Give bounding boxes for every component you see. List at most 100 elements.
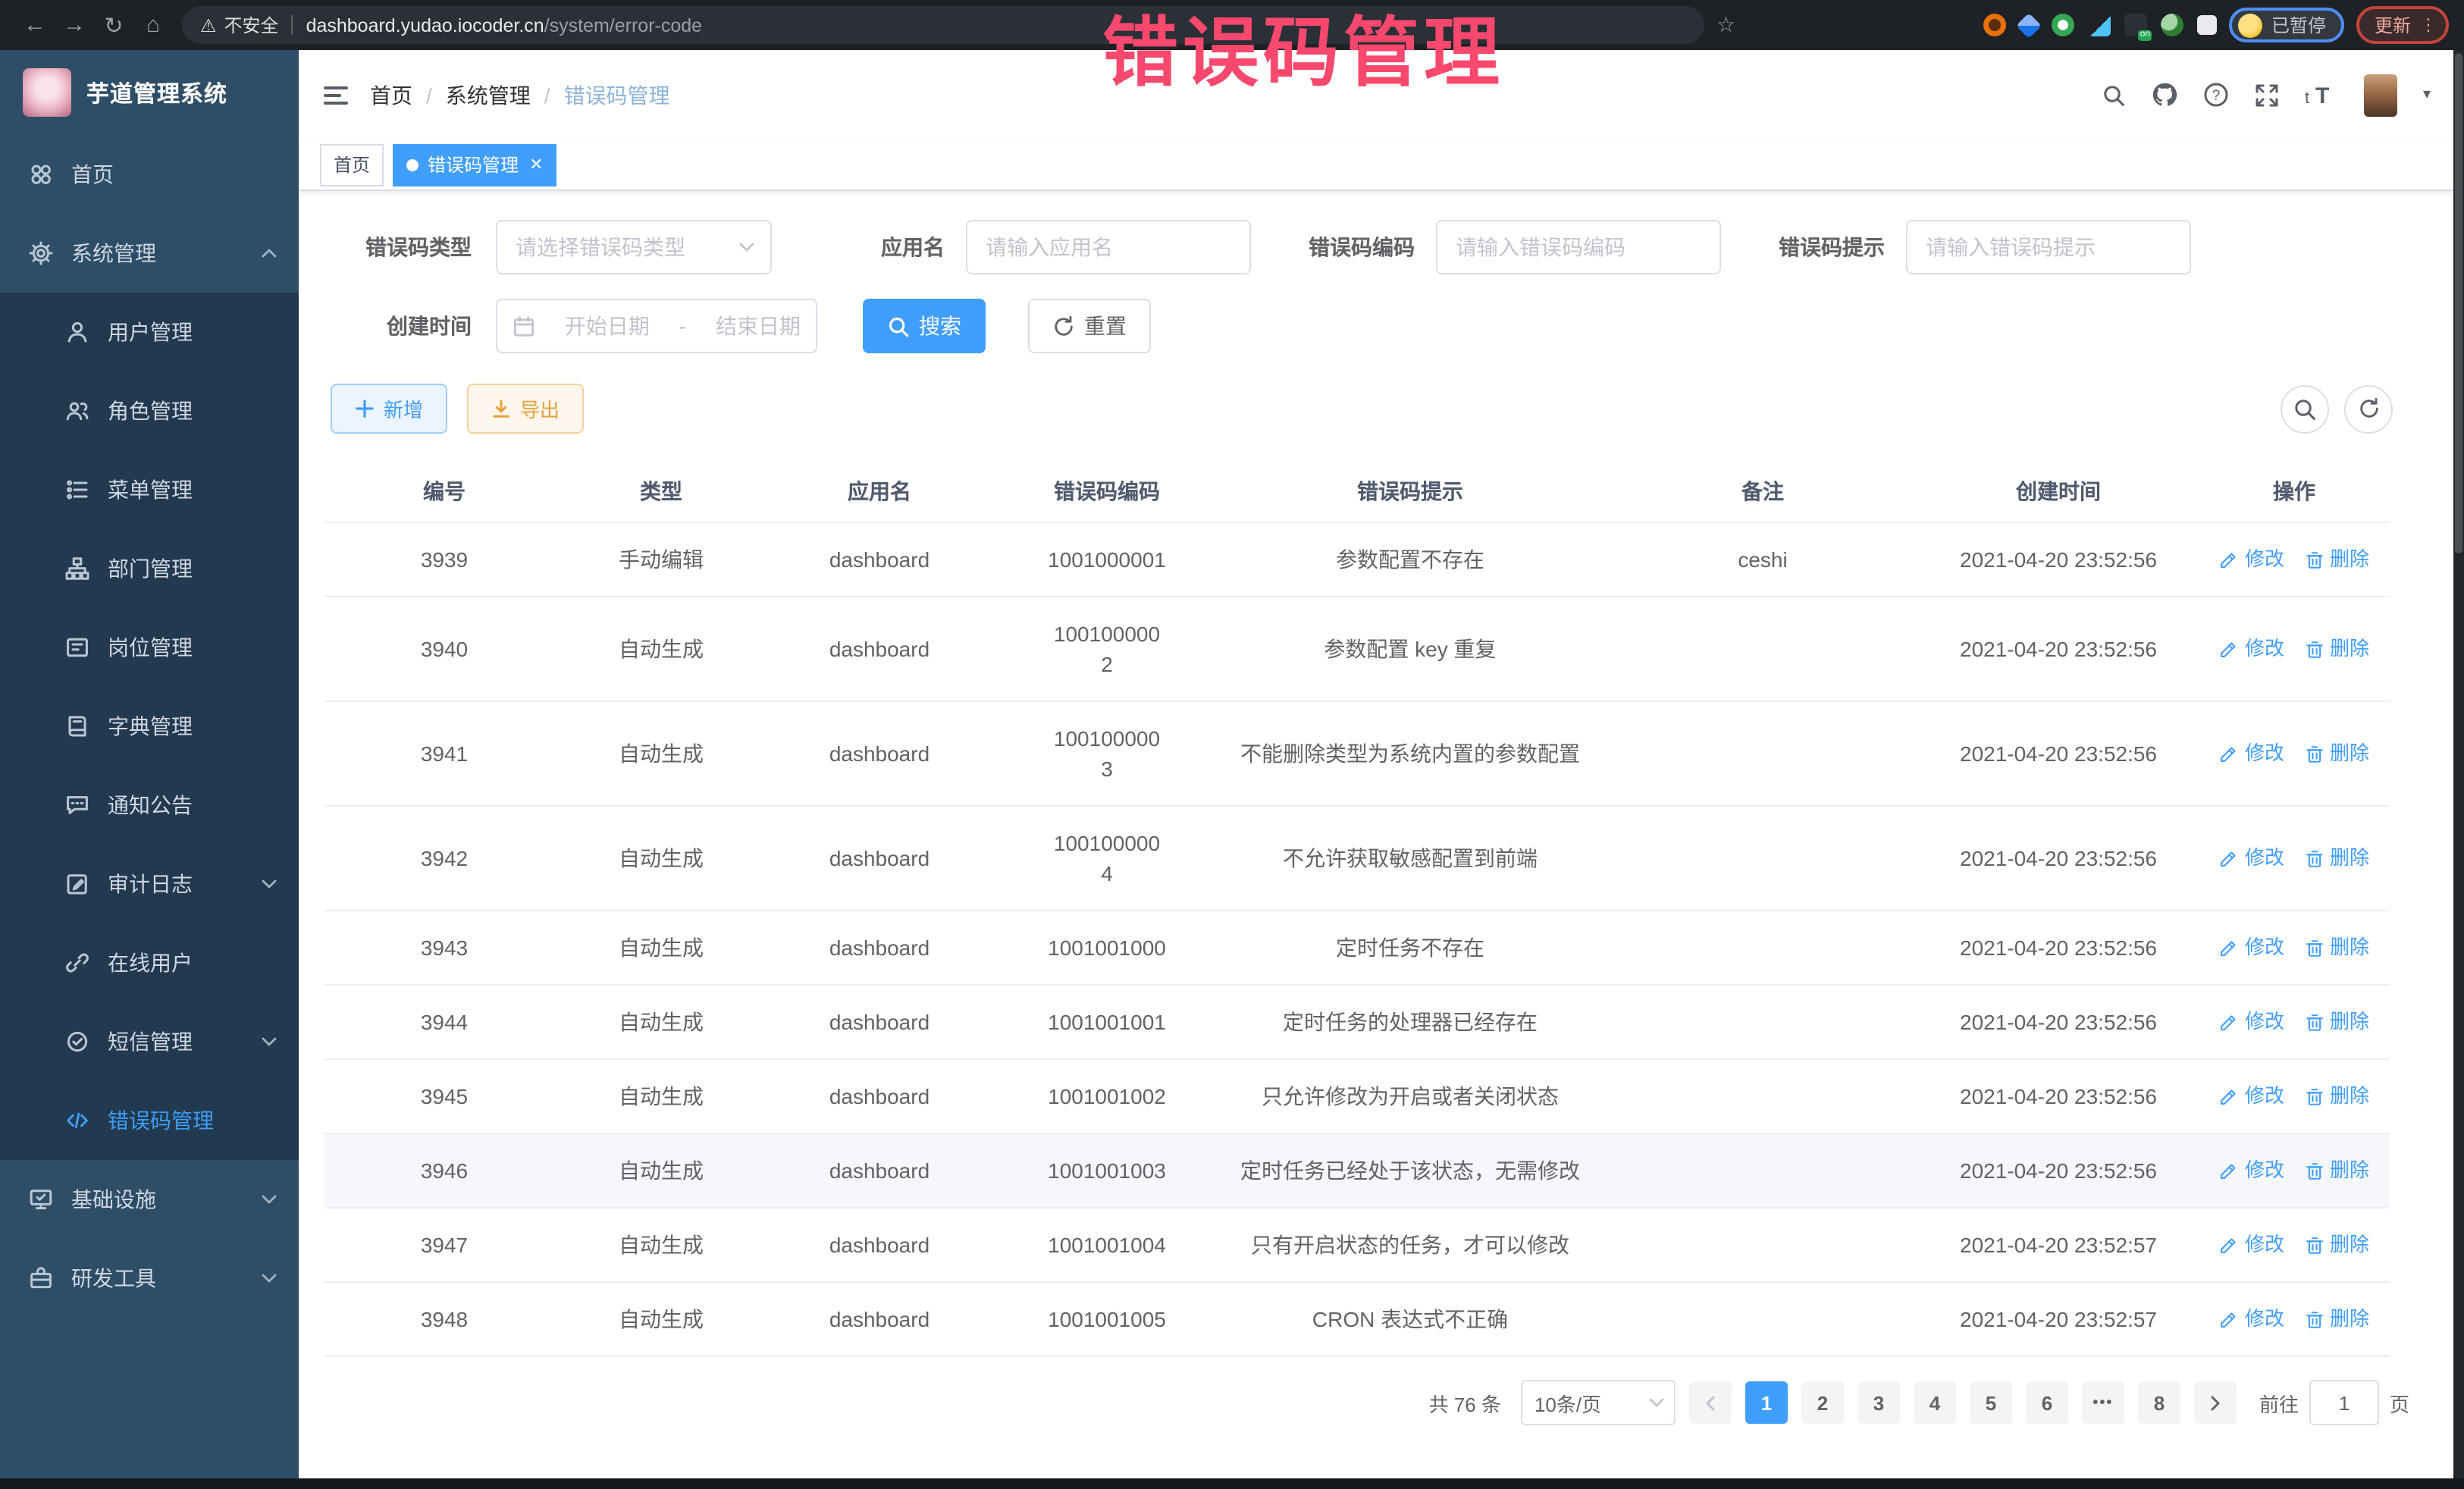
extension-icon[interactable] (2016, 12, 2042, 38)
edit-link[interactable]: 修改 (2219, 843, 2284, 873)
user-avatar[interactable] (2364, 74, 2397, 116)
sidebar-item-研发工具[interactable]: 研发工具 (0, 1239, 299, 1318)
hamburger-icon[interactable] (323, 84, 349, 105)
sidebar-item-系统管理[interactable]: 系统管理 (0, 214, 299, 293)
sidebar-item-菜单管理[interactable]: 菜单管理 (0, 450, 299, 529)
scrollbar-thumb[interactable] (2455, 53, 2462, 553)
breadcrumb-home[interactable]: 首页 (370, 80, 412, 110)
delete-link[interactable]: 删除 (2304, 1081, 2369, 1111)
extension-icon[interactable] (2197, 15, 2217, 35)
delete-link[interactable]: 删除 (2304, 1304, 2369, 1334)
search-form-row-1: 错误码类型 请选择错误码类型 应用名 错误码编码 错误码提示 (299, 220, 2464, 274)
sidebar-item-角色管理[interactable]: 角色管理 (0, 371, 299, 450)
sidebar-item-基础设施[interactable]: 基础设施 (0, 1160, 299, 1239)
export-button[interactable]: 导出 (467, 384, 584, 434)
prev-page-button[interactable] (1689, 1381, 1732, 1424)
breadcrumb-system[interactable]: 系统管理 (446, 80, 531, 110)
refresh-table-button[interactable] (2344, 384, 2393, 433)
cell-msg: 只允许修改为开启或者关闭状态 (1213, 1060, 1607, 1133)
error-type-select[interactable]: 请选择错误码类型 (496, 220, 772, 274)
sidebar-item-label: 部门管理 (108, 553, 193, 584)
show-search-button[interactable] (2281, 384, 2329, 433)
browser-forward-icon[interactable]: → (55, 12, 94, 38)
page-size-select[interactable]: 10条/页 (1521, 1380, 1676, 1425)
sidebar-item-审计日志[interactable]: 审计日志 (0, 845, 299, 923)
extension-icon[interactable] (2161, 14, 2183, 36)
delete-link[interactable]: 删除 (2304, 634, 2369, 664)
fullscreen-icon[interactable] (2255, 83, 2279, 107)
sidebar-item-部门管理[interactable]: 部门管理 (0, 529, 299, 608)
delete-link[interactable]: 删除 (2304, 544, 2369, 575)
breadcrumb-separator: / (544, 83, 550, 107)
sidebar-item-字典管理[interactable]: 字典管理 (0, 687, 299, 766)
browser-home-icon[interactable]: ⌂ (133, 12, 173, 38)
edit-link[interactable]: 修改 (2219, 738, 2284, 769)
log-icon (64, 872, 91, 896)
security-warning-label: 不安全 (224, 12, 279, 38)
sidebar-item-首页[interactable]: 首页 (0, 135, 299, 214)
reset-button[interactable]: 重置 (1028, 299, 1151, 353)
browser-profile-chip[interactable]: 已暂停 (2229, 8, 2344, 42)
chevron-down-icon[interactable]: ▾ (2423, 86, 2431, 103)
browser-scrollbar[interactable] (2453, 50, 2464, 1478)
add-button[interactable]: 新增 (331, 384, 447, 434)
delete-link[interactable]: 删除 (2304, 933, 2369, 963)
edit-link[interactable]: 修改 (2219, 1155, 2284, 1186)
page-button-6[interactable]: 6 (2026, 1381, 2068, 1424)
tab-home[interactable]: 首页 (320, 143, 384, 186)
browser-reload-icon[interactable]: ↻ (94, 11, 133, 39)
extension-icon[interactable]: on (2124, 14, 2147, 36)
edit-link[interactable]: 修改 (2219, 1304, 2284, 1334)
close-icon[interactable]: ✕ (529, 155, 543, 174)
error-code-input[interactable] (1437, 221, 1719, 273)
search-icon[interactable] (2102, 83, 2126, 107)
font-size-icon[interactable]: tT (2305, 83, 2338, 107)
page-button-1[interactable]: 1 (1745, 1381, 1788, 1424)
error-msg-input[interactable] (1908, 221, 2190, 273)
sidebar-item-通知公告[interactable]: 通知公告 (0, 766, 299, 845)
delete-link[interactable]: 删除 (2304, 1155, 2369, 1186)
sidebar-item-label: 审计日志 (108, 869, 193, 899)
delete-link[interactable]: 删除 (2304, 1230, 2369, 1260)
sidebar-item-在线用户[interactable]: 在线用户 (0, 923, 299, 1002)
table-row: 3946自动生成dashboard1001001003定时任务已经处于该状态，无… (324, 1134, 2390, 1208)
delete-link[interactable]: 删除 (2304, 1007, 2369, 1037)
extension-icon[interactable] (2088, 14, 2111, 36)
edit-link[interactable]: 修改 (2219, 1081, 2284, 1111)
browser-back-icon[interactable]: ← (15, 12, 55, 38)
search-button[interactable]: 搜索 (863, 299, 986, 353)
page-button-3[interactable]: 3 (1857, 1381, 1900, 1424)
page-button-4[interactable]: 4 (1914, 1381, 1956, 1424)
edit-link[interactable]: 修改 (2219, 1230, 2284, 1260)
app-logo[interactable]: 芋道管理系统 (0, 50, 299, 135)
delete-link[interactable]: 删除 (2304, 738, 2369, 769)
svg-text:T: T (2315, 83, 2329, 107)
edit-link[interactable]: 修改 (2219, 634, 2284, 664)
goto-page-input[interactable] (2309, 1380, 2379, 1425)
page-button-8[interactable]: 8 (2138, 1381, 2180, 1424)
page-ellipsis[interactable]: ••• (2082, 1381, 2124, 1424)
extension-icon[interactable] (2052, 14, 2074, 36)
page-button-2[interactable]: 2 (1801, 1381, 1844, 1424)
add-button-label: 新增 (384, 394, 423, 423)
edit-link[interactable]: 修改 (2219, 544, 2284, 575)
date-range-picker[interactable]: 开始日期 - 结束日期 (496, 299, 817, 353)
browser-update-button[interactable]: 更新 ⋮ (2356, 6, 2449, 44)
page-button-5[interactable]: 5 (1970, 1381, 2012, 1424)
sidebar-item-岗位管理[interactable]: 岗位管理 (0, 608, 299, 687)
sidebar-item-用户管理[interactable]: 用户管理 (0, 293, 299, 371)
tab-error-code[interactable]: 错误码管理 ✕ (393, 143, 556, 186)
profile-status-label: 已暂停 (2271, 12, 2326, 38)
edit-link[interactable]: 修改 (2219, 933, 2284, 963)
sidebar-item-短信管理[interactable]: 短信管理 (0, 1002, 299, 1081)
extension-icon[interactable] (1983, 14, 2006, 36)
delete-link[interactable]: 删除 (2304, 843, 2369, 873)
browser-menu-icon[interactable]: ⋮ (2420, 15, 2437, 35)
bookmark-star-icon[interactable]: ☆ (1716, 12, 1735, 38)
help-icon[interactable]: ? (2203, 82, 2229, 108)
next-page-button[interactable] (2194, 1381, 2237, 1424)
github-icon[interactable] (2152, 82, 2177, 108)
edit-link[interactable]: 修改 (2219, 1007, 2284, 1037)
sidebar-item-错误码管理[interactable]: 错误码管理 (0, 1081, 299, 1160)
app-name-input[interactable] (967, 221, 1249, 273)
